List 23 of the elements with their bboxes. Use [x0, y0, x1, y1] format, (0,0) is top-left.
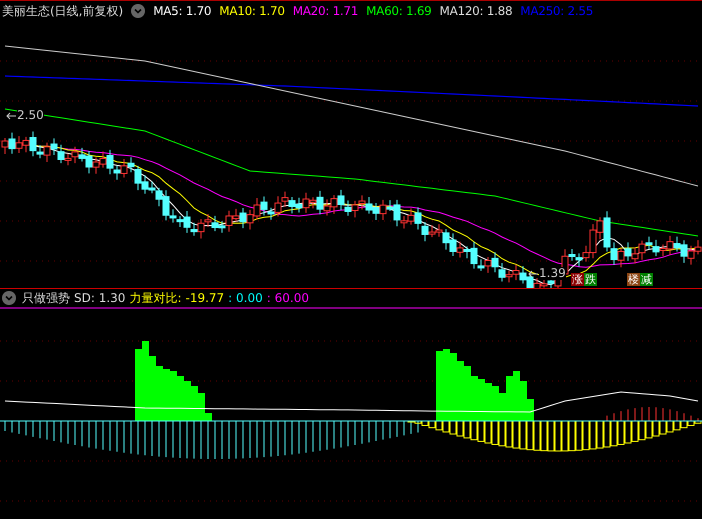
arrow-icon	[528, 270, 538, 278]
ma-value: MA10: 1.70	[219, 4, 285, 18]
ma-value: MA120: 1.88	[440, 4, 512, 18]
indicator-value: : 0.00	[228, 291, 263, 305]
arrow-icon	[6, 112, 16, 120]
stock-title: 美丽生态(日线,前复权)	[2, 2, 124, 20]
signal-tag: 跌	[584, 273, 597, 286]
indicator-value: : 60.00	[266, 291, 309, 305]
price-label: 1.39	[539, 267, 566, 280]
ma-value: MA5: 1.70	[153, 4, 212, 18]
dropdown-icon[interactable]	[131, 4, 146, 18]
signal-tag: 楼	[627, 273, 640, 286]
price-label: 2.50	[17, 109, 44, 122]
signal-tag: 减	[640, 273, 653, 286]
ma-value: MA20: 1.71	[292, 4, 358, 18]
indicator-value: SD: 1.30	[74, 291, 126, 305]
dropdown-icon[interactable]	[2, 291, 16, 305]
ma-value: MA60: 1.69	[366, 4, 432, 18]
indicator-value: 力量对比:	[129, 290, 182, 306]
ma-value: MA250: 2.55	[520, 4, 594, 18]
indicator-title: 只做强势	[22, 290, 70, 306]
signal-tag: 涨	[571, 273, 584, 286]
indicator-value: -19.77	[185, 291, 224, 305]
